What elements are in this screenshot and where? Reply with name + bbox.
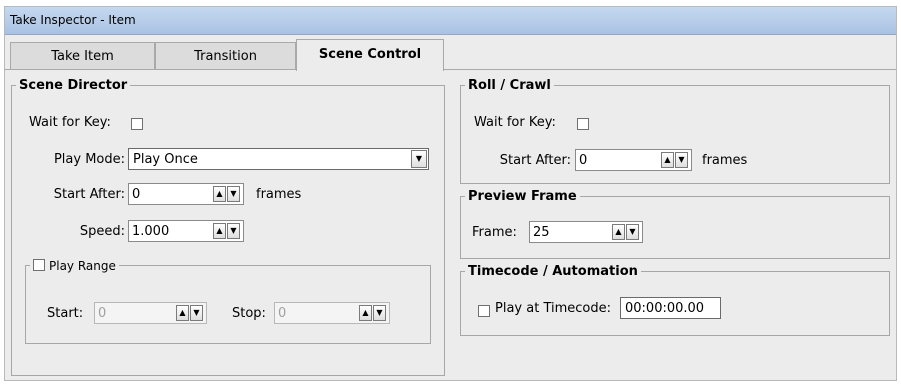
play-at-timecode-checkbox[interactable]	[478, 305, 490, 317]
tab-transition[interactable]: Transition	[155, 42, 296, 70]
spin-down-icon[interactable]: ▼	[373, 305, 386, 321]
spin-up-icon[interactable]: ▲	[359, 305, 372, 321]
start-after-label: Start After:	[53, 187, 125, 202]
range-start-value: 0	[98, 306, 107, 321]
play-mode-label: Play Mode:	[53, 152, 125, 167]
timecode-value: 00:00:00.00	[625, 301, 705, 316]
take-inspector-window: Take Inspector - Item Take Item Transiti…	[4, 6, 897, 381]
roll-start-after-spinbox[interactable]: 0 ▲ ▼	[575, 149, 692, 171]
tab-scene-control[interactable]: Scene Control	[296, 39, 444, 71]
preview-frame-title: Preview Frame	[468, 189, 577, 204]
wait-for-key-label: Wait for Key:	[29, 115, 111, 130]
play-range-label: Play Range	[49, 259, 116, 273]
start-after-value: 0	[132, 187, 141, 202]
speed-value: 1.000	[132, 224, 170, 239]
start-after-spinbox[interactable]: 0 ▲ ▼	[128, 183, 244, 205]
timecode-title: Timecode / Automation	[468, 264, 638, 279]
spin-up-icon[interactable]: ▲	[176, 305, 189, 321]
spin-down-icon[interactable]: ▼	[675, 152, 688, 168]
spin-up-icon[interactable]: ▲	[213, 223, 226, 239]
spin-down-icon[interactable]: ▼	[626, 224, 639, 240]
frame-spinbox[interactable]: 25 ▲ ▼	[529, 221, 643, 243]
roll-start-after-value: 0	[579, 153, 588, 168]
spin-up-icon[interactable]: ▲	[612, 224, 625, 240]
tab-bar: Take Item Transition Scene Control	[5, 37, 896, 71]
play-range-group: Play Range	[25, 258, 431, 344]
range-stop-value: 0	[278, 306, 287, 321]
scene-director-title: Scene Director	[19, 78, 128, 93]
timecode-input[interactable]: 00:00:00.00	[620, 297, 721, 319]
dropdown-arrow-icon[interactable]: ▼	[411, 150, 427, 168]
start-after-units: frames	[256, 187, 302, 202]
play-mode-value: Play Once	[133, 152, 198, 167]
range-stop-spinbox[interactable]: 0 ▲ ▼	[274, 302, 390, 324]
frame-value: 25	[533, 225, 550, 240]
spin-up-icon[interactable]: ▲	[661, 152, 674, 168]
play-mode-select[interactable]: Play Once ▼	[128, 148, 429, 170]
roll-start-after-units: frames	[702, 153, 748, 168]
play-at-timecode-label: Play at Timecode:	[495, 301, 611, 316]
speed-label: Speed:	[79, 224, 125, 239]
tab-take-item[interactable]: Take Item	[10, 42, 155, 70]
spin-down-icon[interactable]: ▼	[227, 186, 240, 202]
preview-frame-group: Preview Frame	[460, 189, 890, 259]
roll-wait-for-key-checkbox[interactable]	[577, 118, 589, 130]
speed-spinbox[interactable]: 1.000 ▲ ▼	[128, 220, 244, 242]
wait-for-key-checkbox[interactable]	[131, 118, 143, 130]
roll-start-after-label: Start After:	[499, 153, 571, 168]
range-start-spinbox[interactable]: 0 ▲ ▼	[94, 302, 207, 324]
range-stop-label: Stop:	[232, 306, 266, 321]
range-start-label: Start:	[47, 306, 84, 321]
spin-down-icon[interactable]: ▼	[227, 223, 240, 239]
spin-down-icon[interactable]: ▼	[190, 305, 203, 321]
roll-crawl-title: Roll / Crawl	[468, 78, 551, 93]
spin-up-icon[interactable]: ▲	[213, 186, 226, 202]
window-title: Take Inspector - Item	[10, 13, 136, 27]
frame-label: Frame:	[472, 225, 517, 240]
title-bar: Take Inspector - Item	[5, 7, 896, 35]
roll-wait-for-key-label: Wait for Key:	[474, 115, 556, 130]
scene-control-panel: Scene Director Wait for Key: Play Mode: …	[5, 69, 896, 380]
play-range-checkbox[interactable]	[33, 259, 45, 271]
